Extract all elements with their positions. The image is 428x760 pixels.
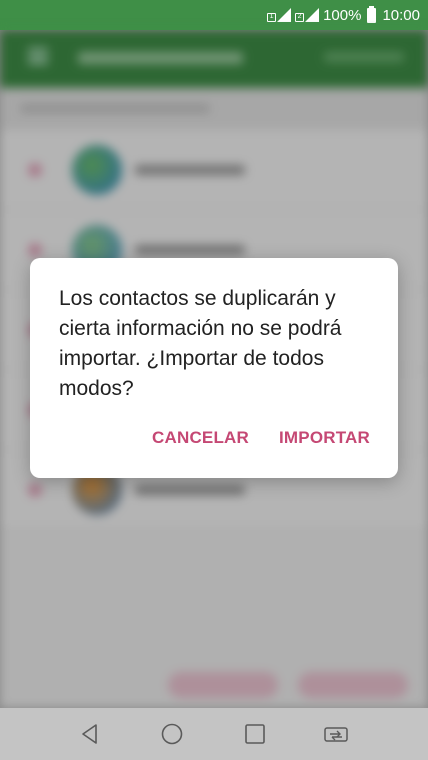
- status-bar: 1 2 100% 10:00: [0, 0, 428, 30]
- sim2-label: 2: [295, 13, 305, 22]
- home-icon[interactable]: [159, 721, 185, 747]
- sim1-signal-icon: 1: [267, 8, 292, 22]
- back-icon[interactable]: [77, 721, 103, 747]
- recents-icon[interactable]: [242, 721, 268, 747]
- sim2-signal-icon: 2: [295, 8, 320, 22]
- dual-window-icon[interactable]: [323, 721, 349, 747]
- import-button[interactable]: IMPORTAR: [279, 428, 370, 448]
- navigation-bar: [0, 708, 428, 760]
- clock: 10:00: [382, 6, 420, 24]
- sim1-label: 1: [267, 13, 277, 22]
- cancel-button[interactable]: CANCELAR: [152, 428, 249, 448]
- battery-percent: 100%: [323, 6, 362, 24]
- dialog-actions: CANCELAR IMPORTAR: [152, 428, 370, 448]
- battery-icon: [367, 5, 377, 23]
- import-confirmation-dialog: Los contactos se duplicarán y cierta inf…: [30, 258, 398, 478]
- dialog-message: Los contactos se duplicarán y cierta inf…: [59, 287, 342, 400]
